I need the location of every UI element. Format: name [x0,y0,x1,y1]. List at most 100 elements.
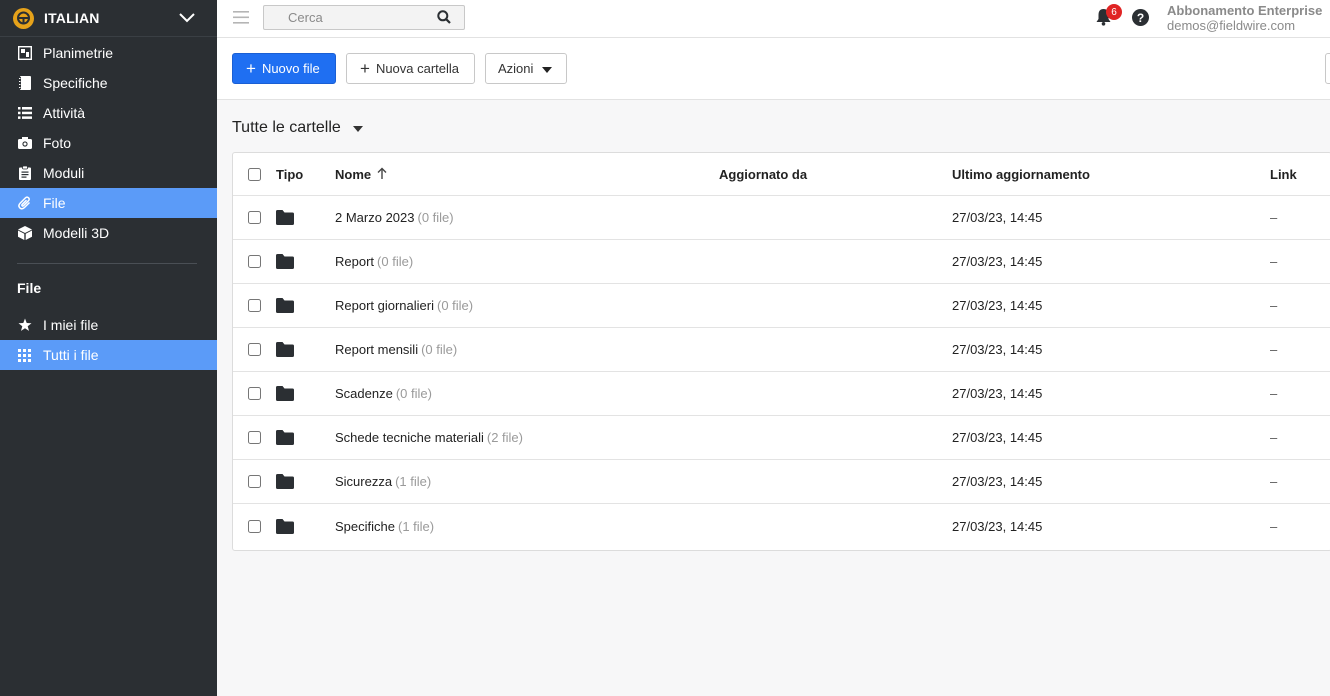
column-header-last-updated[interactable]: Ultimo aggiornamento [952,153,1090,195]
last-updated-cell: 27/03/23, 14:45 [952,210,1043,225]
folder-name-cell[interactable]: 2 Marzo 2023 (0 file) [335,196,454,239]
column-header-link: Link [1270,166,1297,182]
caret-down-icon [542,61,553,76]
folder-icon [276,284,294,327]
new-folder-button[interactable]: + Nuova cartella [346,53,475,84]
sidebar-divider [17,263,197,264]
hamburger-menu-icon[interactable] [233,11,249,29]
file-count: (0 file) [417,210,454,225]
file-count: (2 file) [486,430,523,445]
checkbox[interactable] [248,475,261,488]
folder-name[interactable]: Specifiche [335,519,395,534]
sort-ascending-icon[interactable] [377,167,387,182]
column-header-name[interactable]: Nome [335,153,387,195]
search-icon[interactable] [437,10,451,29]
table-row[interactable]: Report giornalieri (0 file) 27/03/23, 14:4… [233,284,1330,328]
sidebar-item-label: Moduli [43,165,85,181]
account-menu[interactable]: Abbonamento Enterprise demos@fieldwire.c… [1167,3,1322,33]
new-file-button[interactable]: + Nuovo file [232,53,336,84]
checkbox[interactable] [248,255,261,268]
folder-name[interactable]: Schede tecniche materiali [335,430,484,445]
last-updated-cell: 27/03/23, 14:45 [952,430,1043,445]
file-count: (1 file) [397,518,435,534]
folder-name-cell[interactable]: Sicurezza (1 file) [335,460,431,503]
search-input[interactable] [264,6,424,29]
folder-name[interactable]: 2 Marzo 2023 [335,210,415,225]
folder-name[interactable]: Report [335,254,374,269]
last-updated-cell: 27/03/23, 14:45 [952,386,1043,401]
sidebar-item-label: Modelli 3D [43,225,110,241]
search-box[interactable] [263,5,465,30]
sidebar-item-moduli[interactable]: Moduli [0,158,217,188]
checkbox[interactable] [248,387,261,400]
row-select-checkbox[interactable] [248,504,261,548]
checkbox[interactable] [248,167,261,181]
sidebar-item-label: Attività [43,105,86,121]
folder-name-cell[interactable]: Report (0 file) [335,240,413,283]
floorplan-icon [17,46,32,61]
sidebar-item-attivita[interactable]: Attività [0,98,217,128]
sidebar-item-planimetrie[interactable]: Planimetrie [0,38,217,68]
folder-name[interactable]: Sicurezza [335,474,392,489]
folder-name[interactable]: Report giornalieri [335,298,434,313]
checkbox[interactable] [248,431,261,444]
table-row[interactable]: Specifiche (1 file) 27/03/23, 14:45 – [233,504,1330,548]
column-header-type: Tipo [276,166,304,182]
sidebar-item-label: Foto [43,135,72,151]
notification-badge[interactable]: 6 [1106,4,1122,20]
sidebar-item-specifiche[interactable]: Specifiche [0,68,217,98]
actions-dropdown-button[interactable]: Azioni [485,53,567,84]
row-select-checkbox[interactable] [248,284,261,327]
list-icon [17,106,32,121]
table-row[interactable]: Scadenze (0 file) 27/03/23, 14:45 – [233,372,1330,416]
checkbox[interactable] [248,519,261,533]
sidebar-item-modelli-3d[interactable]: Modelli 3D [0,218,217,248]
folder-name-cell[interactable]: Specifiche (1 file) [335,504,434,548]
folder-name-cell[interactable]: Scadenze (0 file) [335,372,432,415]
folder-filter-dropdown[interactable]: Tutte le cartelle [232,119,363,137]
row-select-checkbox[interactable] [248,328,261,371]
table-row[interactable]: Sicurezza (1 file) 27/03/23, 14:45 – [233,460,1330,504]
select-all-checkbox[interactable] [248,153,261,195]
folder-name[interactable]: Report mensili [335,342,418,357]
actions-label: Azioni [498,61,534,76]
row-select-checkbox[interactable] [248,196,261,239]
row-select-checkbox[interactable] [248,240,261,283]
table-row[interactable]: Report (0 file) 27/03/23, 14:45 – [233,240,1330,284]
sidebar-item-i-miei-file[interactable]: I miei file [0,310,217,340]
help-icon[interactable]: ? [1132,9,1149,26]
sidebar-item-foto[interactable]: Foto [0,128,217,158]
link-cell: – [1270,210,1278,225]
view-toggle-button[interactable] [1325,53,1330,84]
table-row[interactable]: 2 Marzo 2023 (0 file) 27/03/23, 14:45 – [233,196,1330,240]
fieldwire-logo-icon [13,7,34,29]
camera-icon [17,136,32,151]
checkbox[interactable] [248,343,261,356]
sidebar-item-file[interactable]: File [0,188,217,218]
sidebar-item-tutti-i-file[interactable]: Tutti i file [0,340,217,370]
clipboard-icon [17,166,32,181]
last-updated-cell: 27/03/23, 14:45 [952,298,1043,313]
folder-name-cell[interactable]: Report mensili (0 file) [335,328,457,371]
new-folder-label: Nuova cartella [375,61,460,76]
row-select-checkbox[interactable] [248,460,261,503]
table-row[interactable]: Report mensili (0 file) 27/03/23, 14:45 – [233,328,1330,372]
sidebar: ITALIAN Planimetrie Specifiche Attività … [0,0,217,696]
chevron-down-icon[interactable] [178,10,196,31]
checkbox[interactable] [248,299,261,312]
folder-icon [276,196,294,239]
file-toolbar: + Nuovo file + Nuova cartella Azioni [217,38,1330,100]
folder-name-cell[interactable]: Schede tecniche materiali (2 file) [335,416,523,459]
file-count: (0 file) [395,386,432,401]
folder-name[interactable]: Scadenze [335,386,393,401]
project-selector[interactable]: ITALIAN [0,0,217,37]
column-header-updated-by[interactable]: Aggiornato da [719,153,807,195]
checkbox[interactable] [248,211,261,224]
sidebar-item-label: Planimetrie [43,45,114,61]
folder-name-cell[interactable]: Report giornalieri (0 file) [335,284,473,327]
sidebar-section-title: File [17,280,42,296]
row-select-checkbox[interactable] [248,416,261,459]
file-count: (0 file) [421,342,458,357]
table-row[interactable]: Schede tecniche materiali (2 file) 27/03/2… [233,416,1330,460]
row-select-checkbox[interactable] [248,372,261,415]
